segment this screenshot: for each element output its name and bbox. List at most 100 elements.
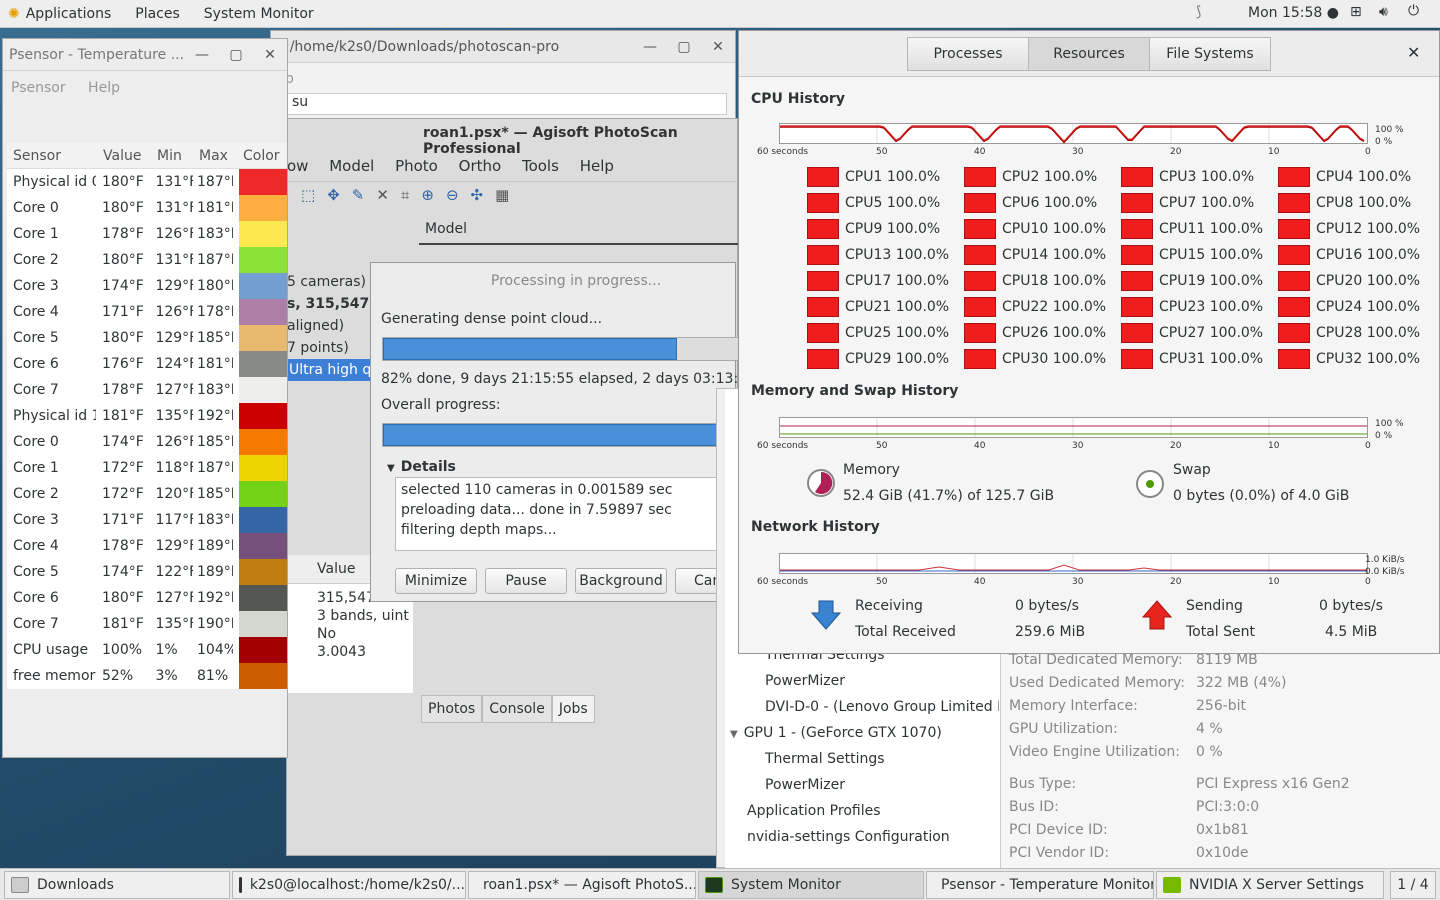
color-swatch[interactable]	[238, 299, 287, 325]
cpu-color-swatch[interactable]	[964, 193, 996, 213]
sensor-row[interactable]: Core 6 176°F 124°F181°F	[7, 351, 287, 377]
sensor-row[interactable]: free memory 52% 3% 81%	[7, 663, 287, 689]
cpu-color-swatch[interactable]	[964, 323, 996, 343]
grid-icon[interactable]: ▦	[495, 186, 521, 204]
minimize-button[interactable]: Minimize	[395, 568, 477, 594]
color-swatch[interactable]	[238, 169, 287, 195]
cpu-legend-item[interactable]: CPU11 100.0%	[1121, 219, 1263, 239]
cpu-color-swatch[interactable]	[1121, 349, 1153, 369]
color-swatch[interactable]	[238, 403, 287, 429]
taskbar-item-system-monitor[interactable]: System Monitor	[698, 871, 924, 899]
cpu-legend-item[interactable]: CPU30 100.0%	[964, 349, 1106, 369]
close-icon[interactable]: ✕	[1407, 43, 1420, 62]
menu-ortho[interactable]: Ortho	[459, 157, 502, 175]
cpu-color-swatch[interactable]	[807, 271, 839, 291]
cpu-legend-item[interactable]: CPU10 100.0%	[964, 219, 1106, 239]
workspace-indicator[interactable]: 1 / 4	[1390, 871, 1436, 899]
sensor-row[interactable]: Core 7 181°F 135°F190°F	[7, 611, 287, 637]
tab-console[interactable]: Console	[482, 695, 552, 723]
cpu-color-swatch[interactable]	[964, 271, 996, 291]
sensor-row[interactable]: Core 1 172°F 118°F187°F	[7, 455, 287, 481]
color-swatch[interactable]	[238, 611, 287, 637]
sensor-row[interactable]: Core 0 180°F 131°F181°F	[7, 195, 287, 221]
pause-button[interactable]: Pause	[485, 568, 567, 594]
cpu-legend-item[interactable]: CPU9 100.0%	[807, 219, 940, 239]
col-min[interactable]: Min	[151, 148, 195, 164]
cpu-color-swatch[interactable]	[1121, 167, 1153, 187]
cpu-color-swatch[interactable]	[1121, 219, 1153, 239]
zoom-out-icon[interactable]: ⊖	[446, 186, 471, 204]
menu-help[interactable]: Help	[88, 80, 120, 96]
cpu-color-swatch[interactable]	[1278, 297, 1310, 317]
clock[interactable]: Mon 15:58 ●	[1248, 5, 1339, 21]
cpu-legend-item[interactable]: CPU16 100.0%	[1278, 245, 1420, 265]
cpu-legend-item[interactable]: CPU27 100.0%	[1121, 323, 1263, 343]
sensor-row[interactable]: Core 6 180°F 127°F192°F	[7, 585, 287, 611]
tree-item-thermal-settings[interactable]: Thermal Settings	[765, 751, 885, 767]
cpu-color-swatch[interactable]	[807, 167, 839, 187]
cpu-legend-item[interactable]: CPU1 100.0%	[807, 167, 940, 187]
power-icon[interactable]: ⏻	[1408, 3, 1419, 19]
cpu-legend-item[interactable]: CPU15 100.0%	[1121, 245, 1263, 265]
color-swatch[interactable]	[238, 455, 287, 481]
details-toggle[interactable]: ▼ Details	[387, 459, 456, 475]
sensor-row[interactable]: Physical id 0 180°F 131°F187°F	[7, 169, 287, 195]
ruler-icon[interactable]: ✎	[352, 186, 377, 204]
cpu-color-swatch[interactable]	[1278, 323, 1310, 343]
color-swatch[interactable]	[238, 585, 287, 611]
sensor-row[interactable]: Core 4 171°F 126°F178°F	[7, 299, 287, 325]
menu-psensor[interactable]: Psensor	[11, 80, 66, 96]
cpu-legend-item[interactable]: CPU31 100.0%	[1121, 349, 1263, 369]
color-swatch[interactable]	[238, 273, 287, 299]
color-swatch[interactable]	[238, 533, 287, 559]
cpu-color-swatch[interactable]	[964, 167, 996, 187]
cpu-color-swatch[interactable]	[1121, 323, 1153, 343]
sensor-row[interactable]: CPU usage 100% 1% 104%	[7, 637, 287, 663]
cpu-legend-item[interactable]: CPU20 100.0%	[1278, 271, 1420, 291]
tree-item-application-profiles[interactable]: Application Profiles	[747, 803, 881, 819]
taskbar-item-photoscan[interactable]: roan1.psx* — Agisoft PhotoS...	[468, 871, 696, 899]
cpu-legend-item[interactable]: CPU24 100.0%	[1278, 297, 1420, 317]
tab-resources[interactable]: Resources	[1028, 37, 1150, 71]
cpu-legend-item[interactable]: CPU5 100.0%	[807, 193, 940, 213]
col-value[interactable]: Value	[97, 148, 151, 164]
cpu-color-swatch[interactable]	[1121, 297, 1153, 317]
color-swatch[interactable]	[238, 507, 287, 533]
sensor-row[interactable]: Core 2 172°F 120°F185°F	[7, 481, 287, 507]
navigate-icon[interactable]: ✥	[327, 186, 352, 204]
color-swatch[interactable]	[238, 481, 287, 507]
cpu-legend-item[interactable]: CPU2 100.0%	[964, 167, 1097, 187]
cpu-color-swatch[interactable]	[964, 349, 996, 369]
tree-item-powermizer[interactable]: PowerMizer	[765, 777, 845, 793]
applications-menu[interactable]: ✺ Applications	[0, 6, 123, 22]
cpu-color-swatch[interactable]	[1121, 245, 1153, 265]
menu-help[interactable]: Help	[580, 157, 614, 175]
volume-icon[interactable]: 🔊︎	[1379, 4, 1388, 20]
color-swatch[interactable]	[238, 637, 287, 663]
col-color[interactable]: Color	[235, 148, 280, 164]
cpu-legend-item[interactable]: CPU7 100.0%	[1121, 193, 1254, 213]
color-swatch[interactable]	[238, 663, 287, 689]
cpu-color-swatch[interactable]	[807, 219, 839, 239]
color-swatch[interactable]	[238, 247, 287, 273]
cpu-legend-item[interactable]: CPU19 100.0%	[1121, 271, 1263, 291]
sensor-row[interactable]: Core 1 178°F 126°F183°F	[7, 221, 287, 247]
places-menu[interactable]: Places	[123, 6, 192, 22]
cpu-legend-item[interactable]: CPU26 100.0%	[964, 323, 1106, 343]
terminal-titlebar[interactable]: :/home/k2s0/Downloads/photoscan-pro — ▢ …	[271, 31, 735, 63]
close-icon[interactable]: ✕	[253, 47, 287, 63]
menu-item[interactable]: ow	[287, 157, 308, 175]
cpu-legend-item[interactable]: CPU14 100.0%	[964, 245, 1106, 265]
tab-photos[interactable]: Photos	[421, 695, 483, 723]
color-swatch[interactable]	[238, 559, 287, 585]
tab-processes[interactable]: Processes	[907, 37, 1029, 71]
tree-item-configuration[interactable]: nvidia-settings Configuration	[747, 829, 950, 845]
sensor-row[interactable]: Core 3 174°F 129°F180°F	[7, 273, 287, 299]
select-icon[interactable]: ⬚	[301, 186, 327, 204]
col-sensor[interactable]: Sensor	[7, 148, 97, 164]
cpu-legend-item[interactable]: CPU8 100.0%	[1278, 193, 1411, 213]
cpu-legend-item[interactable]: CPU32 100.0%	[1278, 349, 1420, 369]
menu-photo[interactable]: Photo	[395, 157, 438, 175]
cpu-legend-item[interactable]: CPU17 100.0%	[807, 271, 949, 291]
cpu-color-swatch[interactable]	[1278, 193, 1310, 213]
